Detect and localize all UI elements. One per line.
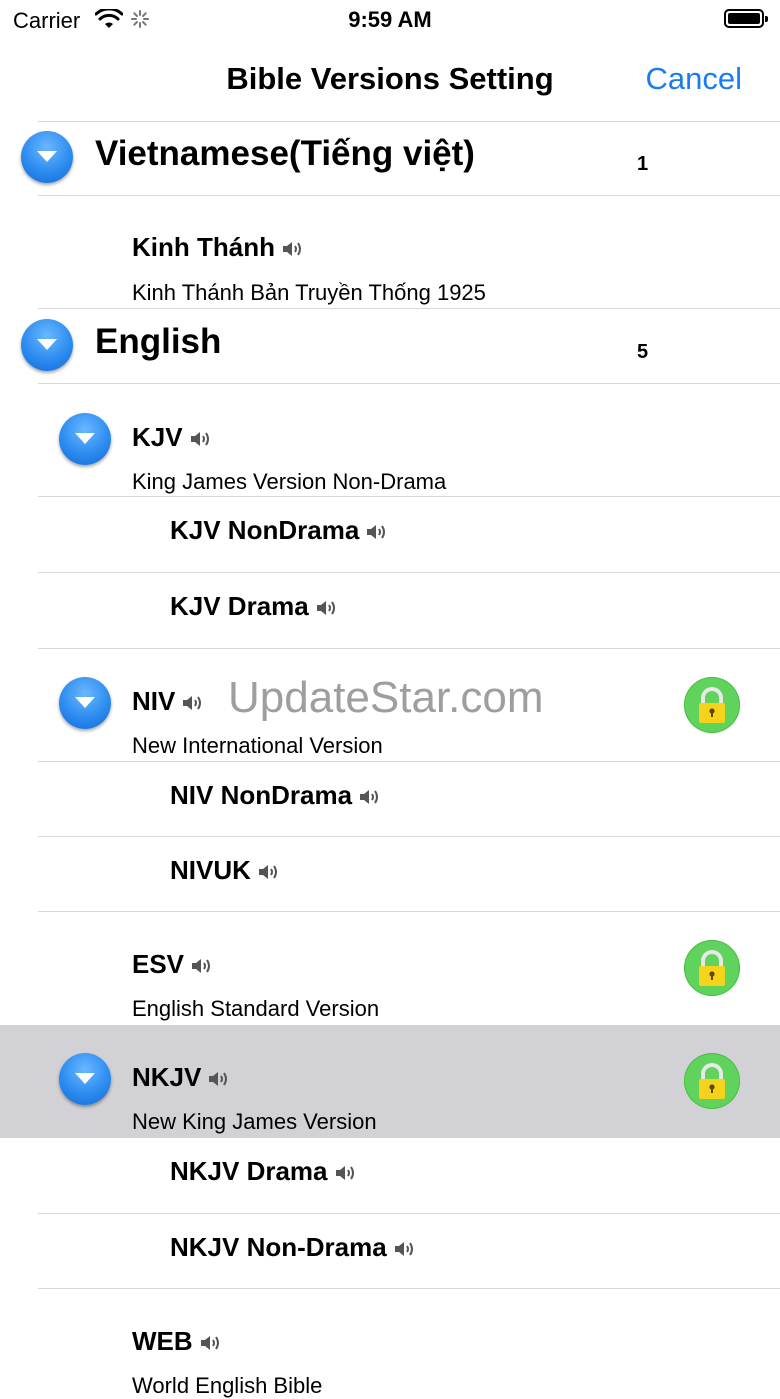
lock-icon[interactable] (684, 1053, 740, 1109)
subversion-row-kjv-drama[interactable]: KJV Drama (0, 573, 780, 648)
version-label: ESV (132, 949, 214, 980)
version-description: King James Version Non-Drama (132, 469, 447, 494)
speaker-icon[interactable] (334, 1163, 358, 1183)
speaker-icon[interactable] (190, 956, 214, 976)
subversion-label: NKJV Non-Drama (170, 1232, 417, 1263)
group-header-english[interactable]: English 5 (0, 309, 780, 383)
status-time: 9:59 AM (348, 7, 432, 32)
speaker-icon[interactable] (257, 862, 281, 882)
speaker-icon[interactable] (365, 522, 389, 542)
subversion-row-nkjv-non-drama[interactable]: NKJV Non-Drama (0, 1214, 780, 1289)
subversion-label: NIV NonDrama (170, 780, 382, 811)
version-label: NKJV (132, 1062, 231, 1093)
version-description: Kinh Thánh Bản Truyền Thống 1925 (132, 280, 486, 305)
version-row-esv[interactable]: ESV English Standard Version (0, 912, 780, 1024)
version-row-nkjv[interactable]: NKJV New King James Version (0, 1025, 780, 1138)
expand-circle-icon[interactable] (21, 131, 73, 183)
speaker-icon[interactable] (181, 693, 205, 713)
expand-circle-icon[interactable] (59, 677, 111, 729)
version-description: New International Version (132, 733, 383, 758)
subversion-label: KJV NonDrama (170, 515, 389, 546)
expand-circle-icon[interactable] (59, 413, 111, 465)
subversion-row-niv-nondrama[interactable]: NIV NonDrama (0, 762, 780, 837)
group-header-vietnamese[interactable]: Vietnamese(Tiếng việt) 1 (0, 122, 780, 196)
subversion-row-nivuk[interactable]: NIVUK (0, 837, 780, 912)
battery-icon (724, 9, 768, 28)
group-count: 5 (637, 341, 649, 363)
speaker-icon[interactable] (189, 429, 213, 449)
version-description: New King James Version (132, 1109, 377, 1134)
version-label: Kinh Thánh (132, 232, 305, 263)
version-label: KJV (132, 422, 213, 453)
version-row-web[interactable]: WEB World English Bible (0, 1289, 780, 1398)
subversion-label: KJV Drama (170, 591, 339, 622)
lock-icon[interactable] (684, 940, 740, 996)
version-row-kjv[interactable]: KJV King James Version Non-Drama (0, 384, 780, 496)
group-count: 1 (637, 153, 649, 175)
subversion-row-nkjv-drama[interactable]: NKJV Drama (0, 1138, 780, 1213)
subversion-label: NIVUK (170, 855, 281, 886)
version-description: English Standard Version (132, 996, 380, 1021)
speaker-icon[interactable] (207, 1069, 231, 1089)
version-label: WEB (132, 1326, 223, 1357)
speaker-icon[interactable] (393, 1239, 417, 1259)
version-label: NIV (132, 686, 205, 717)
lock-icon[interactable] (684, 677, 740, 733)
speaker-icon[interactable] (315, 598, 339, 618)
group-name: Vietnamese(Tiếng việt) (95, 134, 475, 173)
expand-circle-icon[interactable] (21, 319, 73, 371)
subversion-label: NKJV Drama (170, 1156, 358, 1187)
speaker-icon[interactable] (281, 239, 305, 259)
status-bar: Carrier 9:59 AM (0, 0, 780, 40)
speaker-icon[interactable] (199, 1333, 223, 1353)
cancel-button[interactable]: Cancel (646, 61, 743, 97)
version-row-kinh-thanh[interactable]: Kinh Thánh Kinh Thánh Bản Truyền Thống 1… (0, 196, 780, 308)
watermark-text: UpdateStar.com (228, 673, 544, 722)
subversion-row-kjv-nondrama[interactable]: KJV NonDrama (0, 497, 780, 572)
navigation-bar: Bible Versions Setting Cancel (0, 40, 780, 120)
speaker-icon[interactable] (358, 787, 382, 807)
version-description: World English Bible (132, 1373, 323, 1398)
group-name: English (95, 322, 222, 361)
expand-circle-icon[interactable] (59, 1053, 111, 1105)
